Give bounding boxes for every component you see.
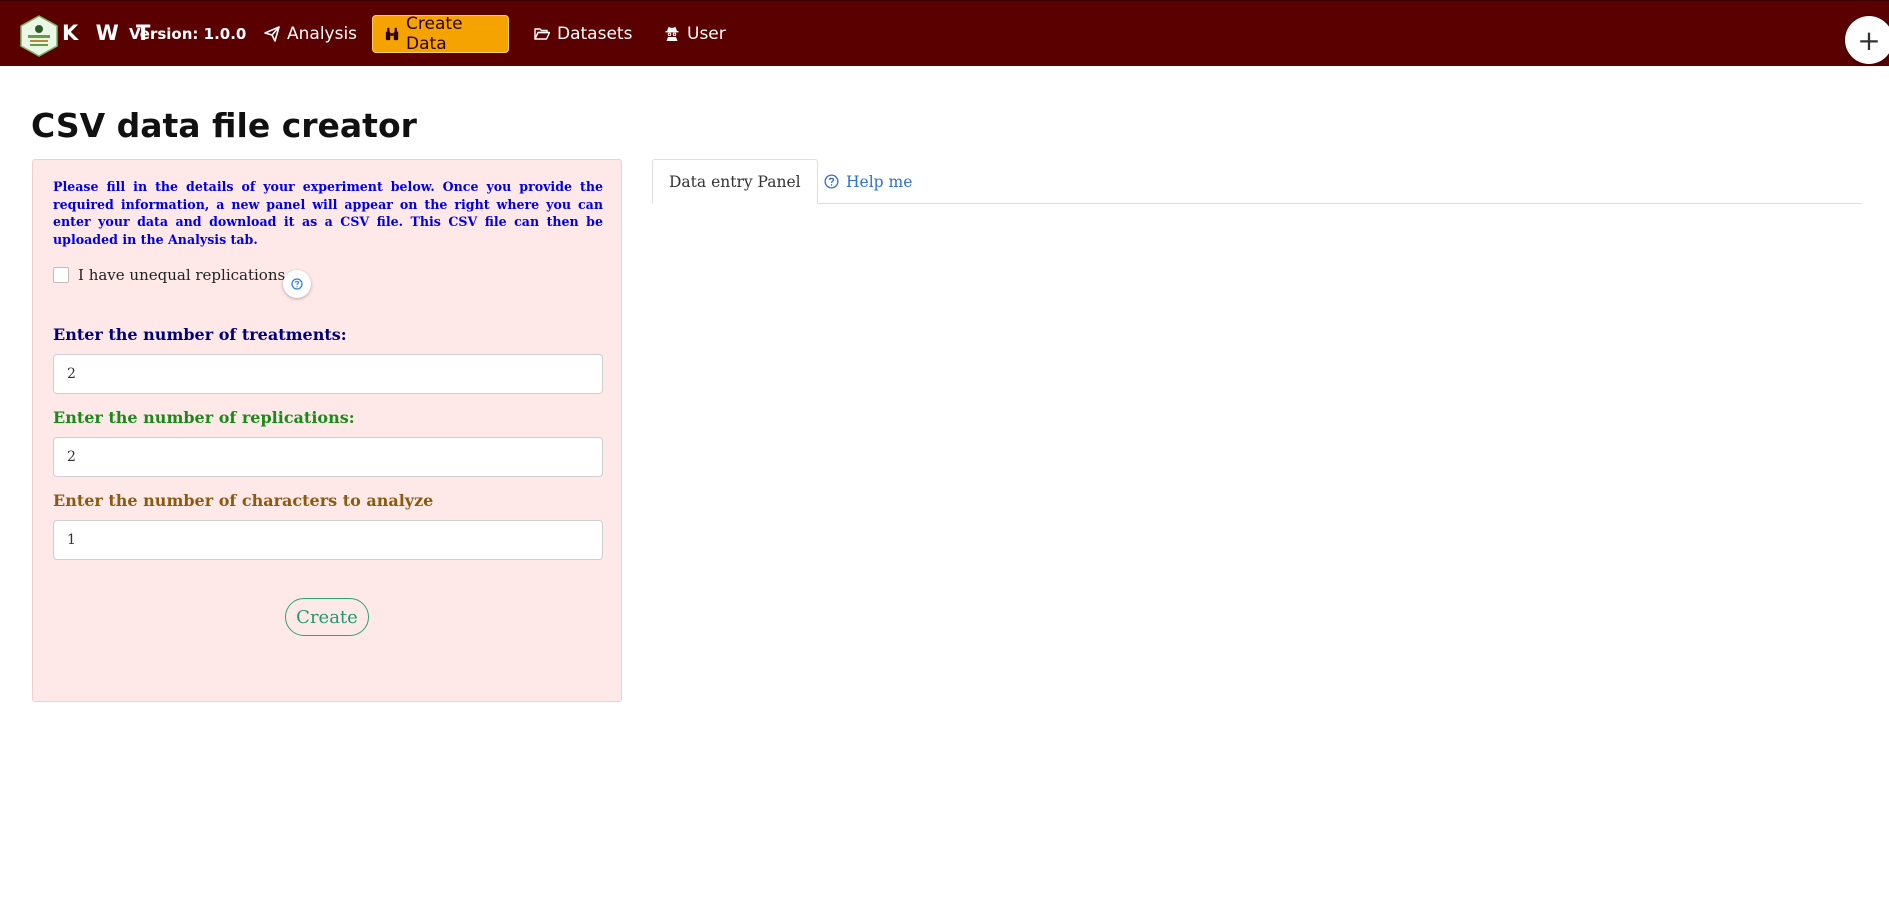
question-circle-icon <box>824 174 839 189</box>
paper-plane-icon <box>264 26 280 42</box>
characters-value: 1 <box>67 532 76 548</box>
nav-analysis-label: Analysis <box>287 24 358 44</box>
replications-label: Enter the number of replications: <box>53 408 355 427</box>
experiment-form-panel: Please fill in the details of your exper… <box>32 159 622 702</box>
nav-create-data[interactable]: Create Data <box>372 14 509 54</box>
plus-icon: + <box>1857 23 1881 57</box>
app-logo-icon <box>20 15 58 57</box>
instructions-text: Please fill in the details of your exper… <box>53 179 603 247</box>
tab-data-entry-panel[interactable]: Data entry Panel <box>652 159 818 204</box>
add-floating-button[interactable]: + <box>1845 16 1889 64</box>
replications-input[interactable]: 2 <box>53 437 603 477</box>
unequal-replications-checkbox[interactable] <box>53 267 69 283</box>
characters-input[interactable]: 1 <box>53 520 603 560</box>
nav-datasets[interactable]: Datasets <box>522 15 644 53</box>
nav-user[interactable]: User <box>652 15 738 53</box>
treatments-value: 2 <box>67 366 76 382</box>
tab-data-entry-label: Data entry Panel <box>669 172 801 191</box>
user-secret-icon <box>665 27 679 41</box>
tab-help-me[interactable]: Help me <box>808 159 928 204</box>
nav-analysis[interactable]: Analysis <box>252 15 369 53</box>
nav-user-label: User <box>687 24 726 44</box>
unequal-replications-option[interactable]: I have unequal replications <box>53 266 285 284</box>
question-circle-icon <box>291 278 303 290</box>
nav-create-data-label: Create Data <box>406 14 463 54</box>
top-navbar: K W T Version: 1.0.0 Analysis Create Dat… <box>0 0 1889 66</box>
unequal-help-button[interactable] <box>283 270 311 298</box>
treatments-label: Enter the number of treatments: <box>53 325 347 344</box>
tab-help-me-label: Help me <box>846 172 913 191</box>
binoculars-icon <box>385 27 399 41</box>
treatments-input[interactable]: 2 <box>53 354 603 394</box>
characters-label: Enter the number of characters to analyz… <box>53 491 434 510</box>
nav-datasets-label: Datasets <box>557 24 633 44</box>
version-label: Version: 1.0.0 <box>129 25 247 43</box>
unequal-replications-label: I have unequal replications <box>78 266 286 284</box>
replications-value: 2 <box>67 449 76 465</box>
create-button[interactable]: Create <box>285 598 369 636</box>
page-title: CSV data file creator <box>31 106 417 145</box>
folder-open-icon <box>534 28 550 40</box>
